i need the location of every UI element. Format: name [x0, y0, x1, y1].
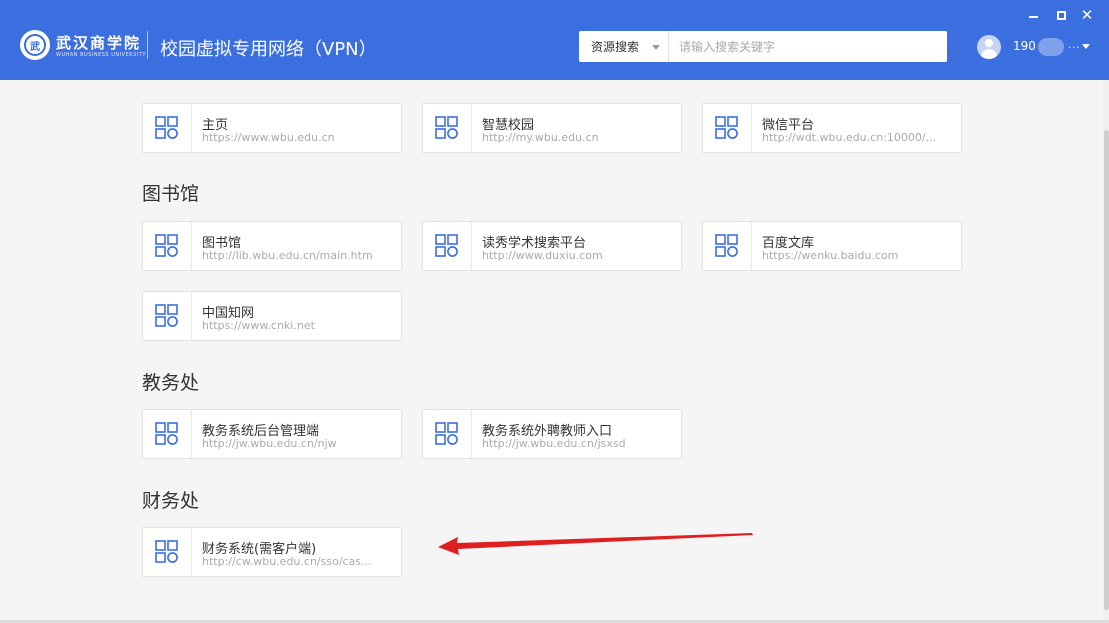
- section-title-library: 图书馆: [142, 183, 200, 205]
- resource-card[interactable]: 财务系统(需客户端) http://cw.wbu.edu.cn/sso/cas.…: [142, 527, 402, 577]
- app-grid-icon: [143, 222, 192, 270]
- resource-card[interactable]: 智慧校园 http://my.wbu.edu.cn: [422, 103, 682, 153]
- app-grid-icon: [423, 104, 472, 152]
- resource-card[interactable]: 教务系统外聘教师入口 http://jw.wbu.edu.cn/jsxsd: [422, 409, 682, 459]
- school-logo: 武: [20, 30, 50, 60]
- app-grid-icon: [143, 104, 192, 152]
- resource-url: https://www.cnki.net: [202, 319, 315, 332]
- chevron-down-icon: [652, 45, 660, 50]
- section-title-finance: 财务处: [142, 490, 200, 512]
- search-type-label: 资源搜索: [591, 40, 640, 54]
- resource-card[interactable]: 教务系统后台管理端 http://jw.wbu.edu.cn/njw: [142, 409, 402, 459]
- resource-url: http://www.duxiu.com: [482, 249, 603, 262]
- school-name-en: WUHAN BUSINESS UNIVERSITY: [56, 52, 146, 58]
- search-box: 资源搜索: [579, 31, 947, 62]
- resource-url: https://wenku.baidu.com: [762, 249, 899, 262]
- resource-url: http://cw.wbu.edu.cn/sso/cas...: [202, 555, 372, 568]
- header-divider: [147, 31, 148, 59]
- resource-url: http://jw.wbu.edu.cn/njw: [202, 437, 337, 450]
- app-header: ✕ 武 武汉商学院 WUHAN BUSINESS UNIVERSITY 校园虚拟…: [0, 0, 1109, 80]
- user-avatar-icon[interactable]: [977, 35, 1001, 59]
- app-grid-icon: [143, 410, 192, 458]
- minimize-button[interactable]: [1026, 8, 1040, 22]
- app-grid-icon: [703, 104, 752, 152]
- section-title-academic-affairs: 教务处: [142, 372, 200, 394]
- app-grid-icon: [423, 410, 472, 458]
- school-name: 武汉商学院: [56, 34, 142, 52]
- username-ellipsis: ...: [1068, 40, 1081, 51]
- app-grid-icon: [143, 292, 192, 340]
- minimize-icon: [1028, 16, 1038, 18]
- maximize-icon: [1056, 10, 1066, 20]
- resource-url: http://lib.wbu.edu.cn/main.htm: [202, 249, 373, 262]
- resource-card[interactable]: 图书馆 http://lib.wbu.edu.cn/main.htm: [142, 221, 402, 271]
- resource-card[interactable]: 主页 https://www.wbu.edu.cn: [142, 103, 402, 153]
- red-arrow-annotation: [438, 533, 753, 555]
- app-grid-icon: [703, 222, 752, 270]
- maximize-button[interactable]: [1054, 8, 1068, 22]
- close-icon: ✕: [1080, 6, 1094, 24]
- resource-card[interactable]: 中国知网 https://www.cnki.net: [142, 291, 402, 341]
- search-type-dropdown[interactable]: 资源搜索: [579, 31, 669, 62]
- search-input[interactable]: [669, 31, 947, 62]
- username-redacted: [1038, 38, 1064, 56]
- resource-url: http://jw.wbu.edu.cn/jsxsd: [482, 437, 626, 450]
- resource-card[interactable]: 百度文库 https://wenku.baidu.com: [702, 221, 962, 271]
- resource-url: http://wdt.wbu.edu.cn:10000/...: [762, 131, 937, 144]
- user-menu-chevron-icon[interactable]: [1082, 44, 1090, 49]
- username[interactable]: 190: [1013, 39, 1036, 53]
- close-button[interactable]: ✕: [1080, 6, 1094, 24]
- resource-card[interactable]: 微信平台 http://wdt.wbu.edu.cn:10000/...: [702, 103, 962, 153]
- resource-url: https://www.wbu.edu.cn: [202, 131, 335, 144]
- scrollbar-thumb[interactable]: [1104, 130, 1109, 610]
- app-grid-icon: [423, 222, 472, 270]
- resource-url: http://my.wbu.edu.cn: [482, 131, 599, 144]
- resource-card[interactable]: 读秀学术搜索平台 http://www.duxiu.com: [422, 221, 682, 271]
- app-grid-icon: [143, 528, 192, 576]
- app-title: 校园虚拟专用网络（VPN）: [160, 39, 377, 60]
- school-seal-icon: 武: [24, 34, 46, 56]
